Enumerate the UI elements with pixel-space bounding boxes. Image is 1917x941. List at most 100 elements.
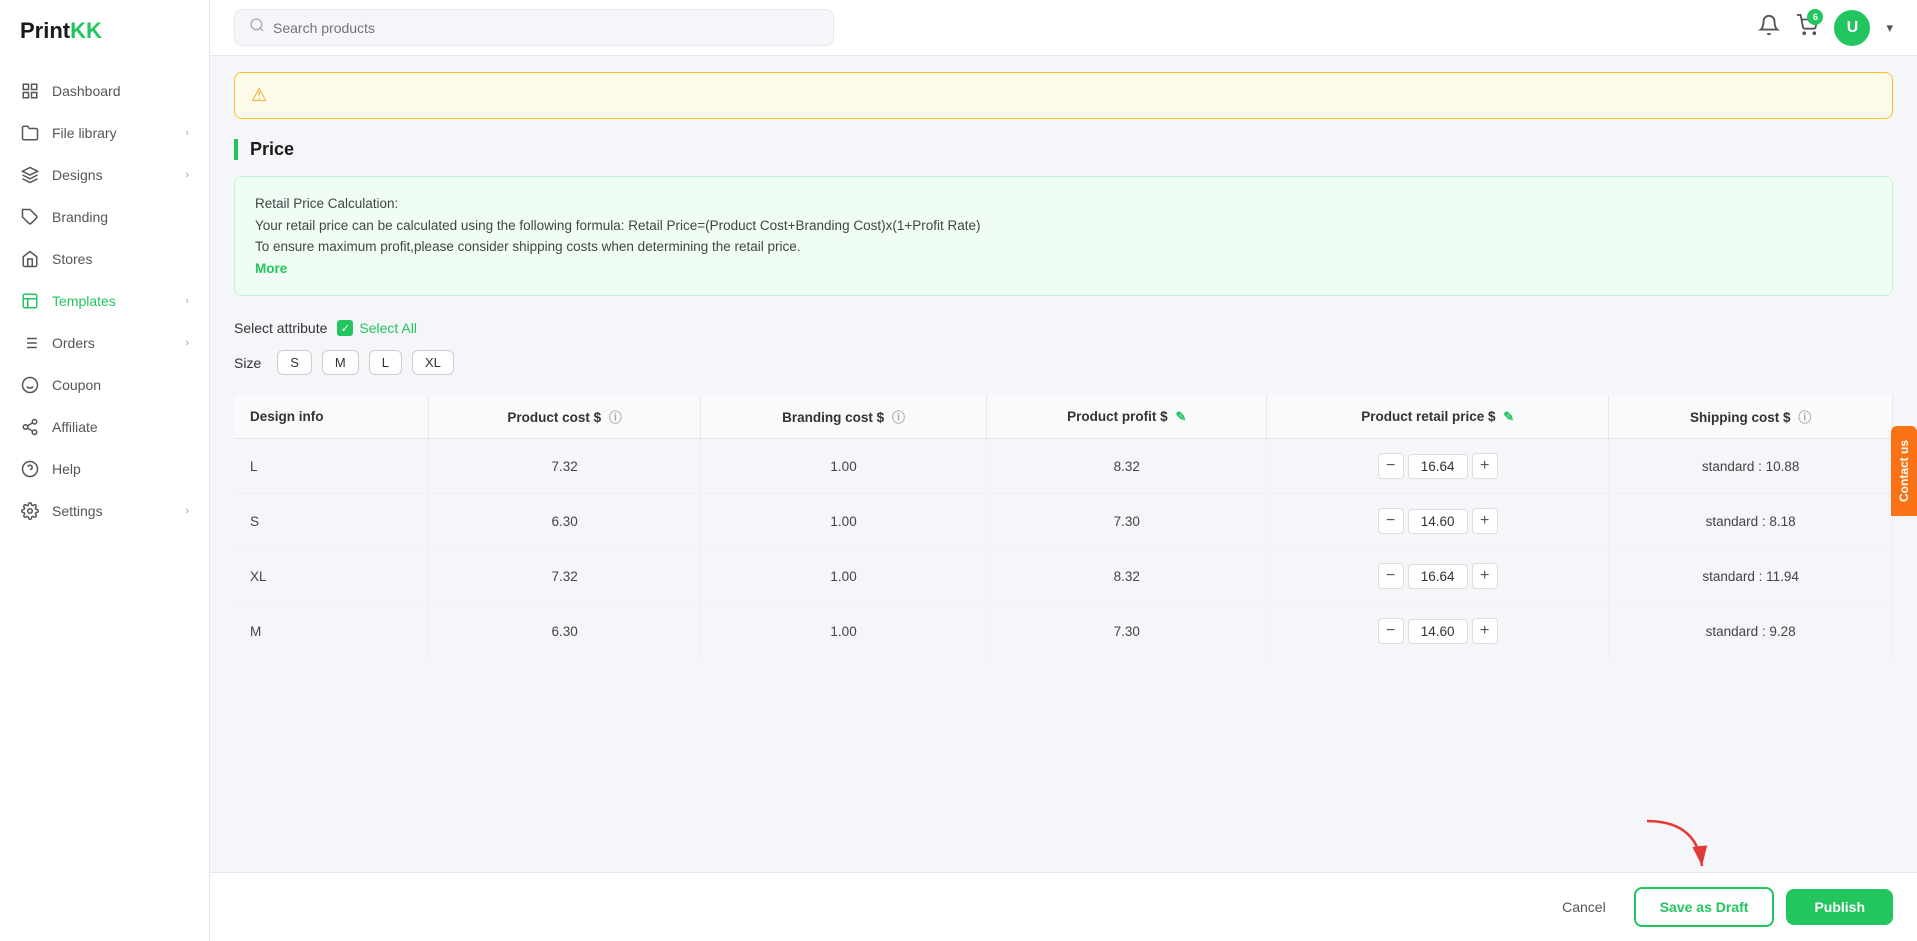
cart-icon[interactable]: 6 [1796, 14, 1818, 42]
attribute-row: Select attribute ✓ Select All [234, 320, 1893, 336]
cell-product-profit-0: 8.32 [987, 439, 1267, 494]
chevron-right-icon: › [185, 337, 189, 349]
publish-button[interactable]: Publish [1786, 889, 1893, 925]
sidebar-item-file-library[interactable]: File library › [0, 112, 209, 154]
template-icon [20, 291, 40, 311]
sidebar-item-branding[interactable]: Branding [0, 196, 209, 238]
sidebar-item-label: Designs [52, 167, 103, 183]
sidebar-item-label: Orders [52, 335, 95, 351]
cell-branding-cost-0: 1.00 [700, 439, 987, 494]
cell-retail-price-2: − + [1267, 549, 1609, 604]
cell-shipping-2: standard : 11.94 [1609, 549, 1893, 604]
retail-price-decrement-1[interactable]: − [1378, 508, 1404, 534]
th-design-info-label: Design info [250, 409, 324, 424]
retail-price-increment-0[interactable]: + [1472, 453, 1498, 479]
tag-icon [20, 207, 40, 227]
sidebar-item-coupon[interactable]: Coupon [0, 364, 209, 406]
size-m-button[interactable]: M [322, 350, 359, 375]
cell-branding-cost-3: 1.00 [700, 604, 987, 659]
retail-price-increment-1[interactable]: + [1472, 508, 1498, 534]
sidebar-item-dashboard[interactable]: Dashboard [0, 70, 209, 112]
price-info-box: Retail Price Calculation: Your retail pr… [234, 176, 1893, 296]
search-input[interactable] [273, 20, 819, 36]
search-bar[interactable] [234, 9, 834, 46]
sidebar-item-label: Help [52, 461, 81, 477]
store-icon [20, 249, 40, 269]
sidebar-item-orders[interactable]: Orders › [0, 322, 209, 364]
grid-icon [20, 81, 40, 101]
th-shipping-cost-label: Shipping cost $ [1690, 410, 1791, 425]
sidebar-item-label: Dashboard [52, 83, 121, 99]
size-xl-button[interactable]: XL [412, 350, 454, 375]
retail-price-input-1[interactable] [1408, 509, 1468, 534]
help-icon [20, 459, 40, 479]
select-attribute-label: Select attribute [234, 320, 327, 336]
price-table: Design info Product cost $ ⓘ Branding co… [234, 395, 1893, 658]
retail-price-increment-3[interactable]: + [1472, 618, 1498, 644]
retail-price-input-2[interactable] [1408, 564, 1468, 589]
cell-product-cost-0: 7.32 [429, 439, 700, 494]
price-section-title: Price [234, 139, 1893, 160]
th-product-retail-label: Product retail price $ [1361, 409, 1495, 424]
cancel-button[interactable]: Cancel [1546, 891, 1622, 923]
folder-icon [20, 123, 40, 143]
cell-product-cost-2: 7.32 [429, 549, 700, 604]
more-link[interactable]: More [255, 261, 287, 276]
header: 6 U ▾ [210, 0, 1917, 56]
sidebar-item-label: File library [52, 125, 117, 141]
info-icon-product-cost[interactable]: ⓘ [609, 410, 622, 425]
retail-price-increment-2[interactable]: + [1472, 563, 1498, 589]
chevron-right-icon: › [185, 127, 189, 139]
retail-price-input-0[interactable] [1408, 454, 1468, 479]
retail-price-decrement-0[interactable]: − [1378, 453, 1404, 479]
size-s-button[interactable]: S [277, 350, 312, 375]
check-box-icon: ✓ [337, 320, 353, 336]
sidebar-item-designs[interactable]: Designs › [0, 154, 209, 196]
th-product-profit: Product profit $ ✎ [987, 395, 1267, 439]
sidebar-item-help[interactable]: Help [0, 448, 209, 490]
settings-icon [20, 501, 40, 521]
sidebar-item-stores[interactable]: Stores [0, 238, 209, 280]
select-all-checkbox[interactable]: ✓ Select All [337, 320, 417, 336]
retail-price-decrement-2[interactable]: − [1378, 563, 1404, 589]
retail-price-decrement-3[interactable]: − [1378, 618, 1404, 644]
sidebar-item-templates[interactable]: Templates › [0, 280, 209, 322]
th-product-cost-label: Product cost $ [507, 410, 601, 425]
warning-banner: ⚠ [234, 72, 1893, 119]
sidebar-item-settings[interactable]: Settings › [0, 490, 209, 532]
info-icon-branding-cost[interactable]: ⓘ [892, 410, 905, 425]
edit-icon-product-profit[interactable]: ✎ [1175, 409, 1186, 424]
size-label: Size [234, 355, 261, 371]
cell-shipping-1: standard : 8.18 [1609, 494, 1893, 549]
content-area: ⚠ Price Retail Price Calculation: Your r… [210, 56, 1917, 872]
user-menu[interactable]: ▾ [1886, 20, 1893, 36]
table-row: L 7.32 1.00 8.32 − + standard : 10.88 [234, 439, 1893, 494]
cell-size-3: M [234, 604, 429, 659]
sidebar-item-label: Affiliate [52, 419, 98, 435]
table-row: S 6.30 1.00 7.30 − + standard : 8.18 [234, 494, 1893, 549]
chevron-down-icon: ▾ [1886, 20, 1893, 36]
sidebar-item-label: Templates [52, 293, 116, 309]
contact-us-tab[interactable]: Contact us [1891, 425, 1917, 515]
save-as-draft-button[interactable]: Save as Draft [1634, 887, 1775, 927]
table-row: M 6.30 1.00 7.30 − + standard : 9.28 [234, 604, 1893, 659]
retail-price-input-3[interactable] [1408, 619, 1468, 644]
sidebar-item-affiliate[interactable]: Affiliate [0, 406, 209, 448]
chevron-right-icon: › [185, 505, 189, 517]
info-icon-shipping-cost[interactable]: ⓘ [1798, 410, 1811, 425]
sidebar-item-label: Branding [52, 209, 108, 225]
brush-icon [20, 165, 40, 185]
cell-product-profit-2: 8.32 [987, 549, 1267, 604]
cell-product-profit-3: 7.30 [987, 604, 1267, 659]
size-l-button[interactable]: L [369, 350, 402, 375]
th-product-retail: Product retail price $ ✎ [1267, 395, 1609, 439]
cart-badge: 6 [1807, 9, 1823, 25]
notification-bell[interactable] [1758, 14, 1780, 42]
sidebar-item-label: Settings [52, 503, 103, 519]
info-line2: Your retail price can be calculated usin… [255, 215, 1872, 237]
th-branding-cost-label: Branding cost $ [782, 410, 884, 425]
cell-retail-price-3: − + [1267, 604, 1609, 659]
th-product-profit-label: Product profit $ [1067, 409, 1168, 424]
edit-icon-product-retail[interactable]: ✎ [1503, 409, 1514, 424]
cell-product-cost-3: 6.30 [429, 604, 700, 659]
